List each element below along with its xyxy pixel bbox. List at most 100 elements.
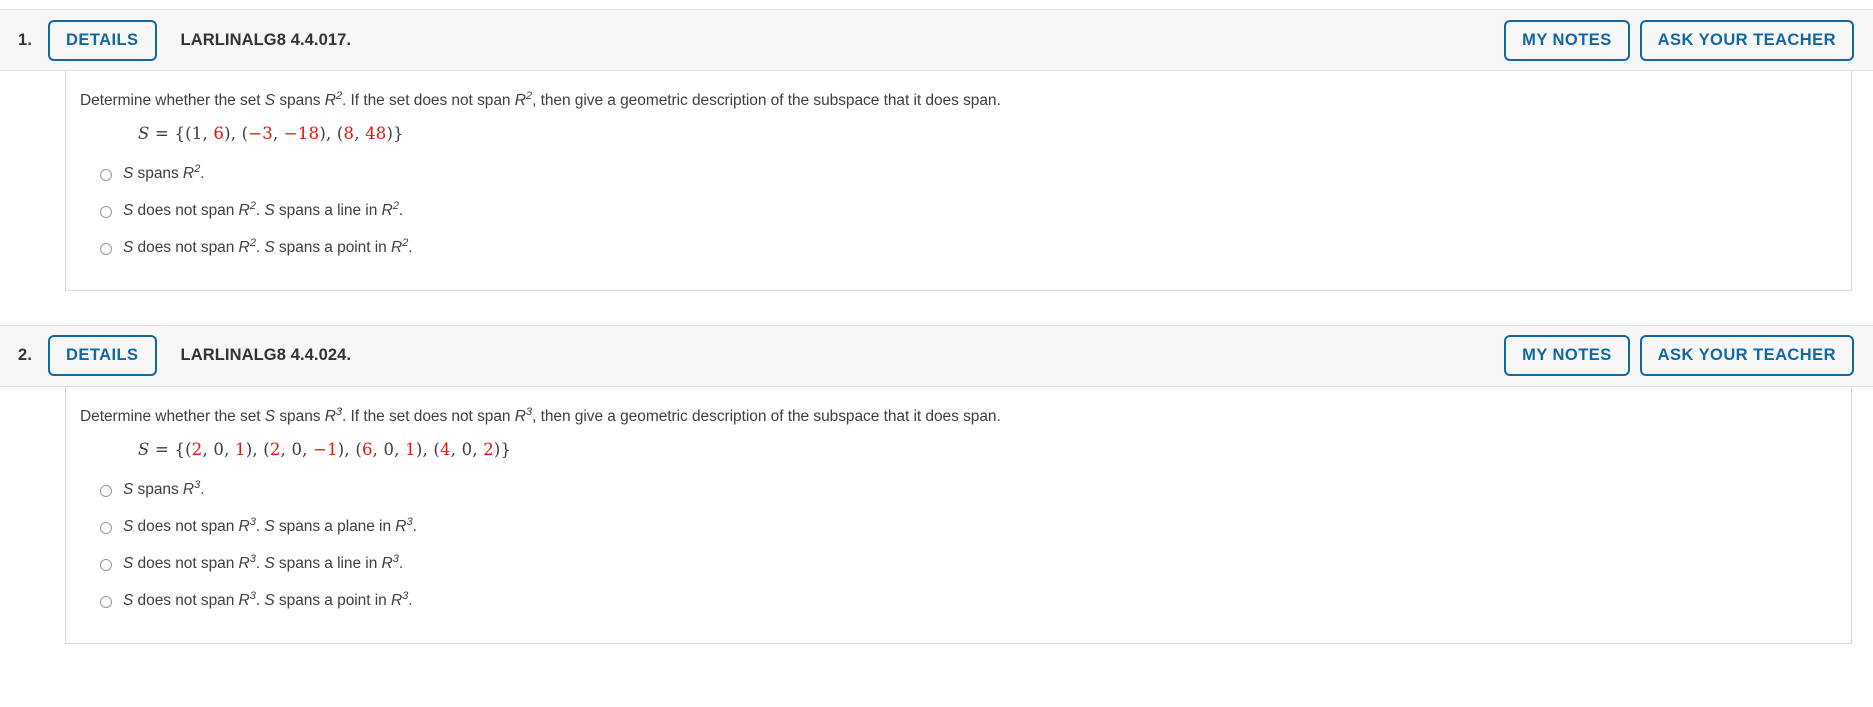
question-body: Determine whether the set S spans R3. If… (65, 386, 1852, 644)
set-component: −3 (248, 123, 273, 143)
prompt-space-base-1: R (324, 407, 336, 425)
answer-option-label: S spans R3. (123, 479, 205, 499)
answer-option-label: S does not span R2. S spans a line in R2… (123, 200, 404, 220)
option-segment: R (390, 238, 403, 256)
answer-option-row[interactable]: S does not span R3. S spans a line in R3… (66, 549, 1851, 586)
answer-option-row[interactable]: S does not span R2. S spans a point in R… (66, 233, 1851, 270)
radio-button[interactable] (100, 558, 112, 571)
my-notes-button[interactable]: MY NOTES (1504, 19, 1630, 61)
my-notes-button[interactable]: MY NOTES (1504, 335, 1630, 377)
option-segment: . (200, 480, 205, 498)
set-vector: (−3, −18) (241, 123, 326, 143)
option-segment: . (408, 238, 413, 256)
prompt-space-2: R3 (514, 406, 532, 425)
set-component: 48 (365, 123, 387, 143)
answer-option-row[interactable]: S spans R2. (66, 159, 1851, 196)
set-component: 0 (461, 439, 473, 459)
answer-option-row[interactable]: S does not span R2. S spans a line in R2… (66, 196, 1851, 233)
answer-option-label: S does not span R2. S spans a point in R… (123, 237, 413, 257)
option-segment: S (123, 554, 134, 572)
set-component: 0 (213, 439, 225, 459)
set-equals: = (154, 439, 169, 459)
radio-button[interactable] (100, 242, 112, 255)
answer-option-row[interactable]: S does not span R3. S spans a point in R… (66, 586, 1851, 623)
prompt-set-var: S (264, 407, 276, 425)
option-segment: . (398, 554, 404, 572)
set-open-brace: { (174, 123, 186, 143)
prompt-text-4: , then give a geometric description of t… (532, 407, 1001, 425)
answer-option-row[interactable]: S does not span R3. S spans a plane in R… (66, 512, 1851, 549)
option-segment: S (123, 517, 134, 535)
option-segment: spans a point in (274, 238, 391, 256)
set-component: 4 (440, 439, 451, 459)
radio-button[interactable] (100, 168, 112, 181)
prompt-space-2: R2 (515, 90, 532, 109)
question-header: 2. DETAILS LARLINALG8 4.4.024. MY NOTES ASK … (0, 324, 1873, 387)
option-segment: S (264, 238, 275, 256)
prompt-set-var: S (264, 92, 276, 109)
prompt-text-3: . If the set does not span (342, 92, 515, 109)
question-title: LARLINALG8 4.4.024. (180, 346, 352, 365)
set-open-brace: { (174, 439, 186, 459)
set-equals: = (154, 123, 169, 143)
set-vector: (2, 0, −1) (263, 439, 345, 459)
set-component: −1 (313, 439, 338, 459)
answer-option-label: S spans R2. (123, 163, 205, 183)
option-segment: R (395, 517, 407, 535)
answer-option-label: S does not span R3. S spans a line in R3… (123, 553, 404, 573)
details-button[interactable]: DETAILS (48, 19, 157, 61)
set-component: 2 (483, 439, 494, 459)
option-segment: S (123, 164, 134, 182)
option-segment: does not span (133, 201, 239, 219)
set-component: 6 (213, 123, 225, 143)
set-vector: (4, 0, 2) (433, 439, 501, 459)
question-header-actions: MY NOTES ASK YOUR TEACHER (1504, 335, 1854, 377)
set-component: 2 (191, 439, 203, 459)
option-segment: S (123, 591, 134, 609)
option-segment: R (238, 238, 250, 256)
set-definition: S = {(2, 0, 1), (2, 0, −1), (6, 0, 1), (… (138, 439, 512, 459)
set-component: 2 (269, 439, 281, 459)
set-vector: (2, 0, 1) (185, 439, 253, 459)
option-segment: S (123, 238, 134, 256)
question-block: 2. DETAILS LARLINALG8 4.4.024. MY NOTES ASK … (0, 324, 1873, 644)
option-segment: R (381, 201, 393, 219)
radio-button[interactable] (100, 595, 112, 608)
option-segment: S (264, 201, 275, 219)
question-prompt: Determine whether the set S spans R2. If… (66, 90, 1851, 112)
option-segment: S (123, 480, 134, 498)
answer-option-row[interactable]: S spans R3. (66, 475, 1851, 512)
radio-button[interactable] (100, 521, 112, 534)
question-prompt: Determine whether the set S spans R3. If… (66, 406, 1851, 428)
option-segment: . (398, 201, 404, 219)
radio-button[interactable] (100, 205, 112, 218)
option-segment: R (238, 554, 250, 572)
prompt-space-base-2: R (514, 407, 526, 425)
option-segment: S (264, 517, 275, 535)
option-segment: does not span (133, 554, 239, 572)
ask-your-teacher-button[interactable]: ASK YOUR TEACHER (1639, 335, 1854, 377)
question-body: Determine whether the set S spans R2. If… (65, 71, 1852, 291)
ask-your-teacher-button[interactable]: ASK YOUR TEACHER (1639, 19, 1854, 61)
details-button[interactable]: DETAILS (48, 335, 157, 377)
prompt-space-1: R2 (324, 90, 342, 109)
answer-options: S spans R3. S does not span R3. S spans a… (66, 465, 1851, 623)
option-segment: does not span (133, 238, 239, 256)
set-variable: S (138, 123, 150, 143)
prompt-text-1: Determine whether the set (80, 92, 265, 109)
set-component: −18 (283, 123, 320, 143)
prompt-text-2: spans (275, 92, 325, 109)
answer-option-label: S does not span R3. S spans a point in R… (123, 590, 413, 610)
option-segment: spans a plane in (274, 517, 396, 535)
option-segment: does not span (133, 591, 239, 609)
option-segment: R (238, 201, 250, 219)
set-component: 1 (234, 439, 246, 459)
prompt-space-base-1: R (324, 92, 336, 109)
set-component: 1 (191, 123, 203, 143)
radio-button[interactable] (100, 484, 112, 497)
set-close-brace: } (393, 123, 404, 143)
set-vector: (6, 0, 1) (355, 439, 423, 459)
option-segment: S (264, 591, 275, 609)
set-vector: (1, 6) (185, 123, 231, 143)
set-variable: S (138, 439, 150, 459)
